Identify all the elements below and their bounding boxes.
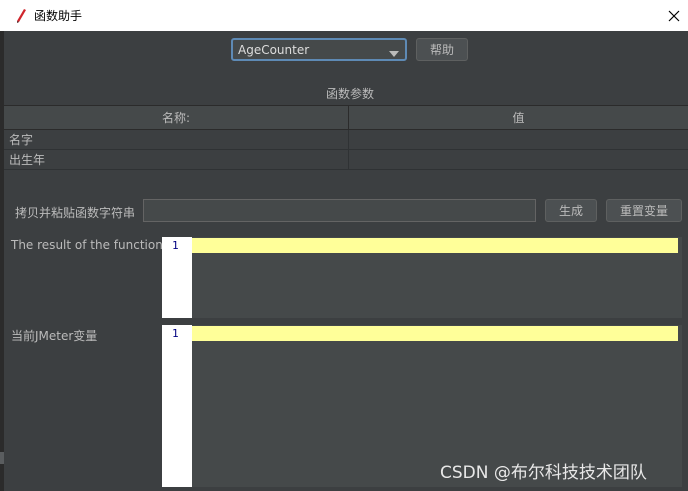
watermark-text: CSDN @布尔科技技术团队 bbox=[440, 463, 647, 483]
table-row[interactable]: 名字 bbox=[4, 130, 688, 150]
function-select-value: AgeCounter bbox=[238, 42, 310, 57]
column-header-value[interactable]: 值 bbox=[349, 106, 688, 129]
param-value-cell[interactable] bbox=[349, 130, 688, 149]
left-edge-marker bbox=[0, 452, 4, 464]
reset-variables-button[interactable]: 重置变量 bbox=[606, 199, 682, 222]
result-label: The result of the function is bbox=[11, 238, 177, 252]
close-icon bbox=[668, 10, 680, 21]
line-number-gutter: 1 bbox=[162, 237, 192, 318]
param-value-cell[interactable] bbox=[349, 150, 688, 169]
jmeter-feather-icon bbox=[12, 7, 30, 25]
current-line-highlight bbox=[192, 326, 678, 341]
jmeter-variables-label: 当前JMeter变量 bbox=[11, 329, 98, 343]
line-number: 1 bbox=[172, 327, 179, 340]
current-line-highlight bbox=[192, 238, 678, 253]
function-select[interactable]: AgeCounter bbox=[231, 38, 407, 61]
table-row[interactable]: 出生年 bbox=[4, 150, 688, 170]
copy-function-label: 拷贝并粘贴函数字符串 bbox=[15, 206, 136, 220]
param-name-cell: 名字 bbox=[4, 130, 349, 149]
line-number-gutter: 1 bbox=[162, 325, 192, 487]
generate-button[interactable]: 生成 bbox=[545, 199, 597, 222]
help-button[interactable]: 帮助 bbox=[416, 38, 468, 61]
params-table: 名称: 值 名字 出生年 bbox=[4, 105, 688, 170]
param-name-cell: 出生年 bbox=[4, 150, 349, 169]
close-button[interactable] bbox=[660, 0, 688, 31]
chevron-down-icon bbox=[389, 46, 399, 60]
result-editor[interactable]: 1 bbox=[162, 237, 682, 318]
params-section-title: 函数参数 bbox=[325, 87, 374, 101]
column-header-name[interactable]: 名称: bbox=[4, 106, 349, 129]
function-string-input[interactable] bbox=[143, 199, 536, 222]
window-title: 函数助手 bbox=[34, 9, 83, 23]
params-table-header: 名称: 值 bbox=[4, 105, 688, 130]
line-number: 1 bbox=[172, 239, 179, 252]
window-titlebar: 函数助手 bbox=[0, 0, 688, 31]
